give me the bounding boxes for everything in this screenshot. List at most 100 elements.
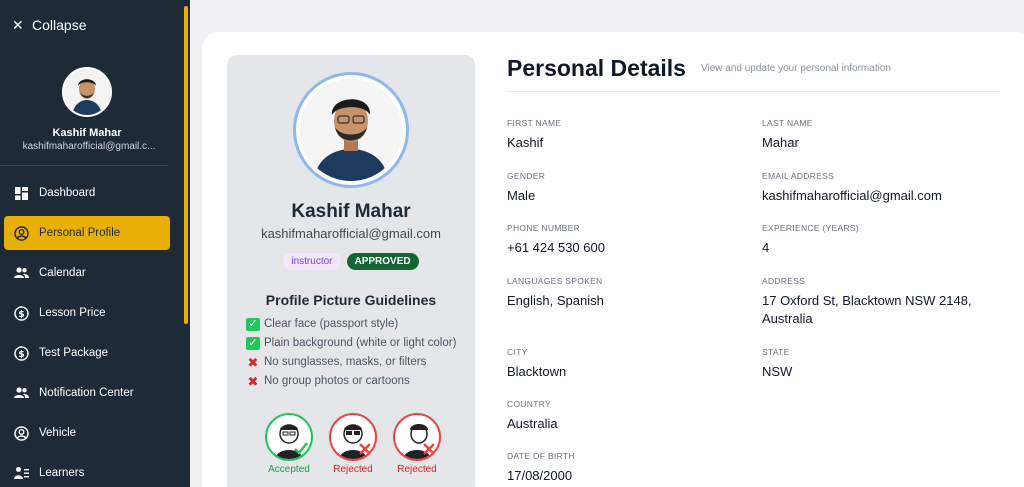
face-sketch-icon [265, 413, 313, 461]
guideline-text: No group photos or cartoons [264, 375, 410, 387]
dashboard-icon [13, 185, 29, 201]
field-label: DATE OF BIRTH [507, 451, 575, 461]
sidebar-item-personal-profile[interactable]: Personal Profile [4, 216, 170, 250]
profile-badges: instructor APPROVED [227, 253, 475, 270]
field-address: ADDRESS 17 Oxford St, Blacktown NSW 2148… [762, 276, 982, 328]
avatar[interactable] [62, 67, 112, 117]
guideline-item: ✓ Plain background (white or light color… [246, 336, 466, 351]
check-icon: ✓ [246, 318, 260, 331]
profile-panel: Kashif Mahar kashifmaharofficial@gmail.c… [227, 55, 475, 487]
sidebar: ✕ Collapse Kashif Mahar kashifmaharoffic… [0, 0, 190, 487]
field-label: STATE [762, 347, 790, 357]
sidebar-item-calendar[interactable]: Calendar [4, 256, 170, 290]
field-value: Blacktown [507, 364, 567, 379]
guideline-item: ✓ Clear face (passport style) [246, 317, 466, 332]
field-gender: GENDER Male [507, 171, 747, 205]
guideline-item: ✖ No group photos or cartoons [246, 374, 466, 389]
field-email: EMAIL ADDRESS kashifmaharofficial@gmail.… [762, 171, 1002, 205]
collapse-button[interactable]: ✕ Collapse [12, 17, 86, 33]
svg-text:$: $ [18, 350, 24, 360]
sidebar-item-lesson-price[interactable]: $ Lesson Price [4, 296, 170, 330]
field-label: PHONE NUMBER [507, 223, 581, 233]
field-label: LANGUAGES SPOKEN [507, 276, 603, 286]
people-icon [13, 385, 29, 401]
cross-icon: ✖ [247, 355, 259, 370]
field-state: STATE NSW [762, 347, 1002, 381]
field-value: 4 [762, 240, 770, 255]
sample-label: Accepted [268, 464, 310, 475]
sidebar-divider [0, 165, 168, 166]
dollar-icon: $ [13, 305, 29, 321]
field-value: +61 424 530 600 [507, 240, 605, 255]
guideline-item: ✖ No sunglasses, masks, or filters [246, 355, 466, 370]
svg-text:$: $ [18, 310, 24, 320]
sidebar-user-name: Kashif Mahar [52, 127, 122, 139]
sidebar-item-notification-center[interactable]: Notification Center [4, 376, 170, 410]
field-dob: DATE OF BIRTH 17/08/2000 [507, 451, 747, 485]
guideline-text: Clear face (passport style) [264, 318, 399, 330]
sidebar-item-label: Notification Center [39, 387, 134, 399]
field-phone: PHONE NUMBER +61 424 530 600 [507, 223, 747, 257]
collapse-label: Collapse [32, 17, 87, 33]
field-value: Mahar [762, 135, 799, 150]
sidebar-scrollbar[interactable] [184, 6, 188, 324]
field-label: EMAIL ADDRESS [762, 171, 835, 181]
field-value: kashifmaharofficial@gmail.com [762, 188, 942, 203]
field-label: LAST NAME [762, 118, 813, 128]
sidebar-nav: Dashboard Personal Profile Calendar $ Le… [4, 176, 170, 487]
role-badge: instructor [283, 253, 341, 270]
field-value: Australia [507, 416, 558, 431]
sidebar-user-email: kashifmaharofficial@gmail.c... [22, 141, 156, 152]
sample-rejected: Rejected [327, 413, 379, 475]
cross-icon: ✖ [247, 374, 259, 389]
face-sketch-icon [393, 413, 441, 461]
sidebar-item-label: Lesson Price [39, 307, 106, 319]
page-subtitle: View and update your personal informatio… [701, 63, 891, 74]
dollar-icon: $ [13, 345, 29, 361]
title-divider [507, 91, 1000, 92]
profile-photo-icon [64, 69, 110, 115]
sidebar-item-dashboard[interactable]: Dashboard [4, 176, 170, 210]
field-value: Kashif [507, 135, 544, 150]
face-sketch-icon [329, 413, 377, 461]
field-city: CITY Blacktown [507, 347, 747, 381]
field-last-name: LAST NAME Mahar [762, 118, 1002, 152]
sample-accepted: Accepted [263, 413, 315, 475]
field-country: COUNTRY Australia [507, 399, 747, 433]
field-value: NSW [762, 364, 793, 379]
close-icon: ✕ [12, 17, 24, 33]
field-label: GENDER [507, 171, 546, 181]
field-label: ADDRESS [762, 276, 806, 286]
user-circle-icon [13, 425, 29, 441]
field-label: COUNTRY [507, 399, 551, 409]
guidelines-list: ✓ Clear face (passport style) ✓ Plain ba… [246, 317, 466, 393]
profile-email: kashifmaharofficial@gmail.com [261, 226, 441, 241]
field-first-name: FIRST NAME Kashif [507, 118, 747, 152]
person-list-icon [13, 465, 29, 481]
field-languages: LANGUAGES SPOKEN English, Spanish [507, 276, 747, 310]
sidebar-item-label: Personal Profile [39, 227, 121, 239]
profile-avatar[interactable] [293, 72, 409, 188]
check-icon: ✓ [246, 337, 260, 350]
sidebar-item-label: Learners [39, 467, 85, 479]
status-badge: APPROVED [346, 253, 419, 270]
field-label: EXPERIENCE (YEARS) [762, 223, 860, 233]
sidebar-item-vehicle[interactable]: Vehicle [4, 416, 170, 450]
guidelines-title: Profile Picture Guidelines [265, 292, 437, 308]
sidebar-item-label: Test Package [39, 347, 109, 359]
sample-rejected: Rejected [391, 413, 443, 475]
user-circle-icon [13, 225, 29, 241]
sample-photos: Accepted Rejected Rejected [263, 413, 443, 475]
field-value: Male [507, 188, 536, 203]
sidebar-item-label: Vehicle [39, 427, 77, 439]
field-value: 17 Oxford St, Blacktown NSW 2148, Austra… [762, 293, 972, 326]
people-icon [13, 265, 29, 281]
page-title: Personal Details [507, 55, 686, 81]
field-experience: EXPERIENCE (YEARS) 4 [762, 223, 1002, 257]
profile-name: Kashif Mahar [291, 201, 411, 222]
guideline-text: Plain background (white or light color) [264, 337, 457, 349]
field-value: 17/08/2000 [507, 468, 573, 483]
sidebar-item-learners[interactable]: Learners [4, 456, 170, 487]
sidebar-item-test-package[interactable]: $ Test Package [4, 336, 170, 370]
profile-photo-icon [300, 79, 402, 181]
